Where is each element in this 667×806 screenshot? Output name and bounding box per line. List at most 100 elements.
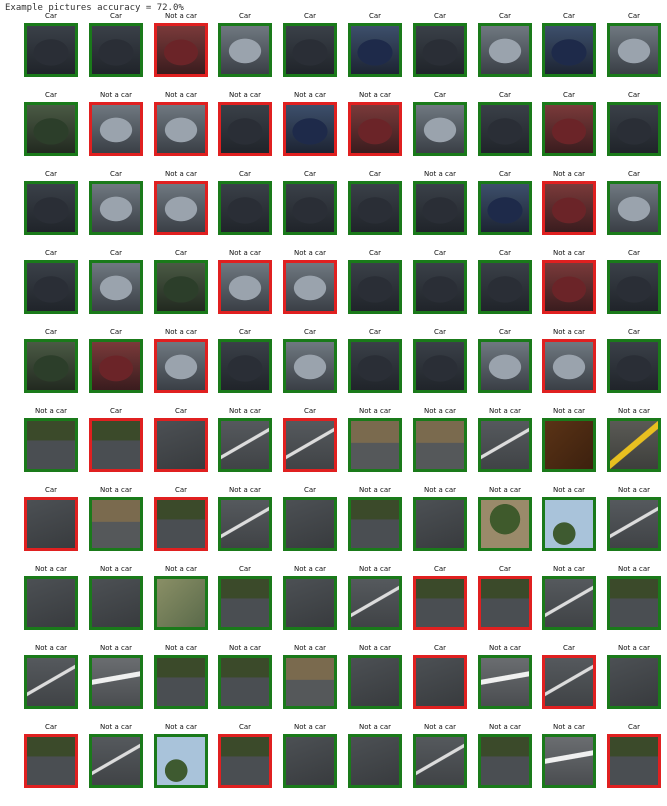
example-image: [413, 418, 467, 472]
prediction-label: Car: [498, 12, 512, 20]
example-cell: Car: [607, 328, 661, 411]
prediction-label: Not a car: [228, 91, 262, 99]
prediction-label: Car: [238, 170, 252, 178]
prediction-label: Not a car: [228, 249, 262, 257]
example-cell: Not a car: [348, 723, 402, 806]
image-content: [416, 26, 464, 74]
prediction-label: Not a car: [228, 407, 262, 415]
example-cell: Not a car: [542, 407, 596, 490]
prediction-label: Car: [174, 486, 188, 494]
example-cell: Car: [218, 723, 272, 806]
example-image: [24, 418, 78, 472]
example-cell: Not a car: [607, 486, 661, 569]
image-content: [545, 737, 593, 785]
example-image: [607, 23, 661, 77]
example-image: [542, 576, 596, 630]
example-image: [478, 102, 532, 156]
image-content: [92, 579, 140, 627]
image-content: [92, 500, 140, 548]
example-cell: Not a car: [348, 565, 402, 648]
image-content: [416, 263, 464, 311]
prediction-label: Not a car: [99, 565, 133, 573]
example-cell: Car: [348, 12, 402, 95]
example-cell: Not a car: [218, 249, 272, 332]
example-cell: Car: [542, 91, 596, 174]
image-content: [545, 579, 593, 627]
prediction-label: Not a car: [164, 723, 198, 731]
image-content: [286, 737, 334, 785]
example-image: [24, 260, 78, 314]
prediction-label: Not a car: [423, 486, 457, 494]
example-cell: Car: [283, 12, 337, 95]
example-cell: Car: [542, 644, 596, 727]
prediction-label: Car: [498, 565, 512, 573]
example-image: [218, 576, 272, 630]
image-content: [157, 105, 205, 153]
prediction-label: Not a car: [293, 644, 327, 652]
image-content: [286, 263, 334, 311]
prediction-label: Car: [368, 170, 382, 178]
example-cell: Car: [283, 407, 337, 490]
image-content: [545, 342, 593, 390]
image-content: [351, 26, 399, 74]
example-image: [283, 734, 337, 788]
image-content: [481, 737, 529, 785]
example-image: [89, 181, 143, 235]
prediction-label: Car: [562, 91, 576, 99]
prediction-label: Not a car: [99, 486, 133, 494]
example-image: [348, 734, 402, 788]
image-content: [610, 421, 658, 469]
example-image: [89, 576, 143, 630]
prediction-label: Car: [627, 249, 641, 257]
image-content: [351, 105, 399, 153]
example-image: [348, 497, 402, 551]
example-image: [478, 497, 532, 551]
image-content: [545, 263, 593, 311]
example-cell: Car: [24, 328, 78, 411]
example-image: [478, 181, 532, 235]
example-image: [348, 655, 402, 709]
image-content: [351, 263, 399, 311]
example-cell: Car: [218, 565, 272, 648]
example-cell: Car: [478, 565, 532, 648]
example-cell: Car: [218, 170, 272, 253]
image-content: [221, 26, 269, 74]
prediction-label: Not a car: [358, 723, 392, 731]
example-image: [478, 655, 532, 709]
example-image: [24, 576, 78, 630]
image-content: [351, 421, 399, 469]
image-content: [545, 26, 593, 74]
example-image: [478, 576, 532, 630]
prediction-label: Not a car: [552, 407, 586, 415]
prediction-label: Not a car: [99, 91, 133, 99]
example-image: [89, 23, 143, 77]
example-image: [542, 339, 596, 393]
prediction-label: Not a car: [293, 565, 327, 573]
example-image: [154, 260, 208, 314]
prediction-label: Car: [627, 170, 641, 178]
prediction-label: Not a car: [228, 644, 262, 652]
prediction-label: Car: [368, 249, 382, 257]
image-content: [286, 26, 334, 74]
prediction-label: Car: [627, 12, 641, 20]
example-image: [607, 497, 661, 551]
example-image: [413, 181, 467, 235]
prediction-label: Car: [498, 170, 512, 178]
example-image: [89, 734, 143, 788]
prediction-label: Car: [433, 91, 447, 99]
example-image: [542, 102, 596, 156]
image-content: [286, 579, 334, 627]
image-content: [416, 737, 464, 785]
prediction-label: Car: [627, 91, 641, 99]
example-image: [478, 23, 532, 77]
image-content: [481, 500, 529, 548]
example-cell: Car: [283, 486, 337, 569]
image-content: [286, 658, 334, 706]
prediction-label: Car: [109, 12, 123, 20]
example-cell: Not a car: [607, 407, 661, 490]
example-image: [478, 339, 532, 393]
image-content: [157, 421, 205, 469]
example-cell: Not a car: [218, 644, 272, 727]
example-cell: Not a car: [154, 644, 208, 727]
example-image: [348, 102, 402, 156]
